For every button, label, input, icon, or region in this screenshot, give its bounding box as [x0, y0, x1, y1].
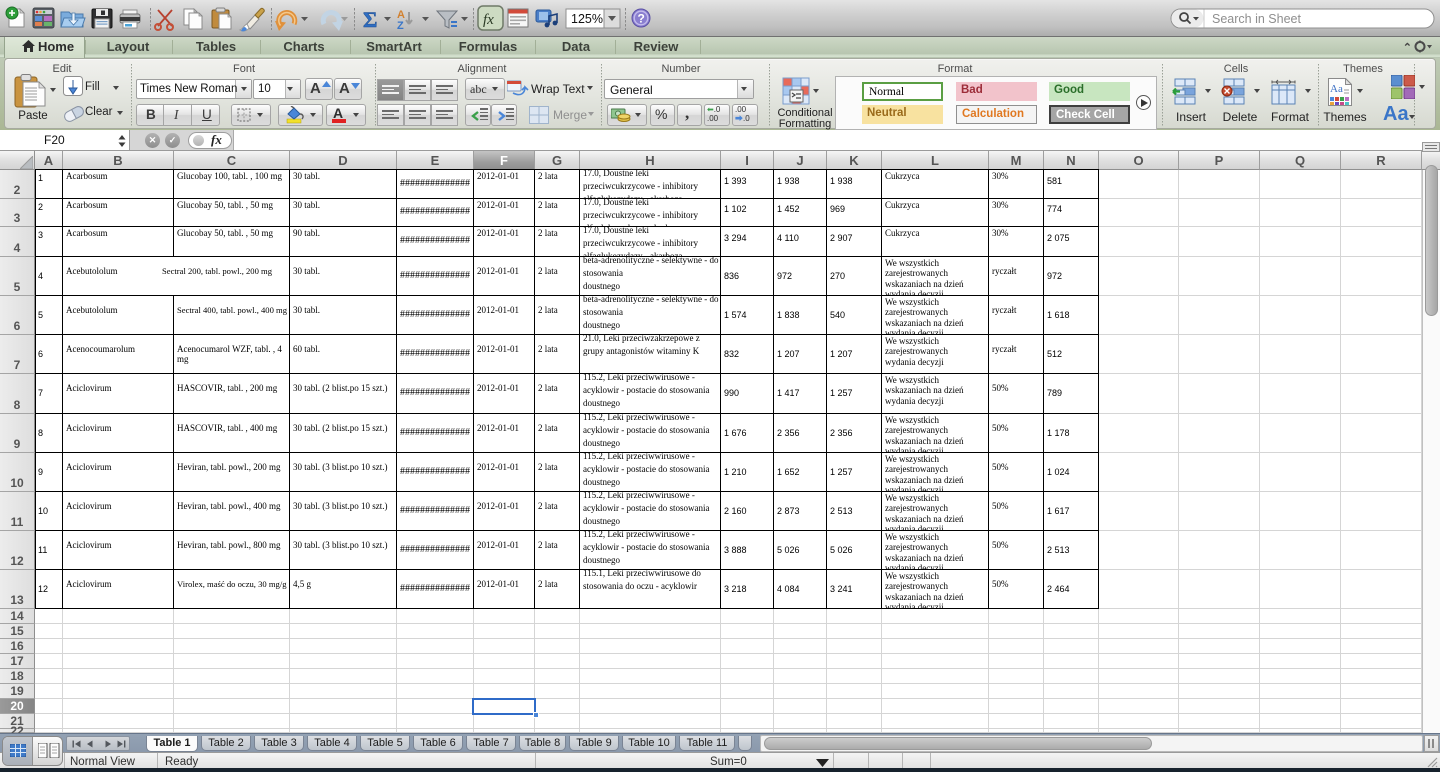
svg-text:?: ? [638, 12, 645, 26]
svg-text:Z: Z [397, 20, 404, 32]
svg-text:125%: 125% [571, 12, 603, 26]
svg-text:Search in Sheet: Search in Sheet [1212, 12, 1301, 26]
svg-text:fx: fx [483, 12, 494, 28]
svg-text:Aa: Aa [1330, 83, 1343, 95]
svg-text:Σ: Σ [363, 7, 377, 32]
